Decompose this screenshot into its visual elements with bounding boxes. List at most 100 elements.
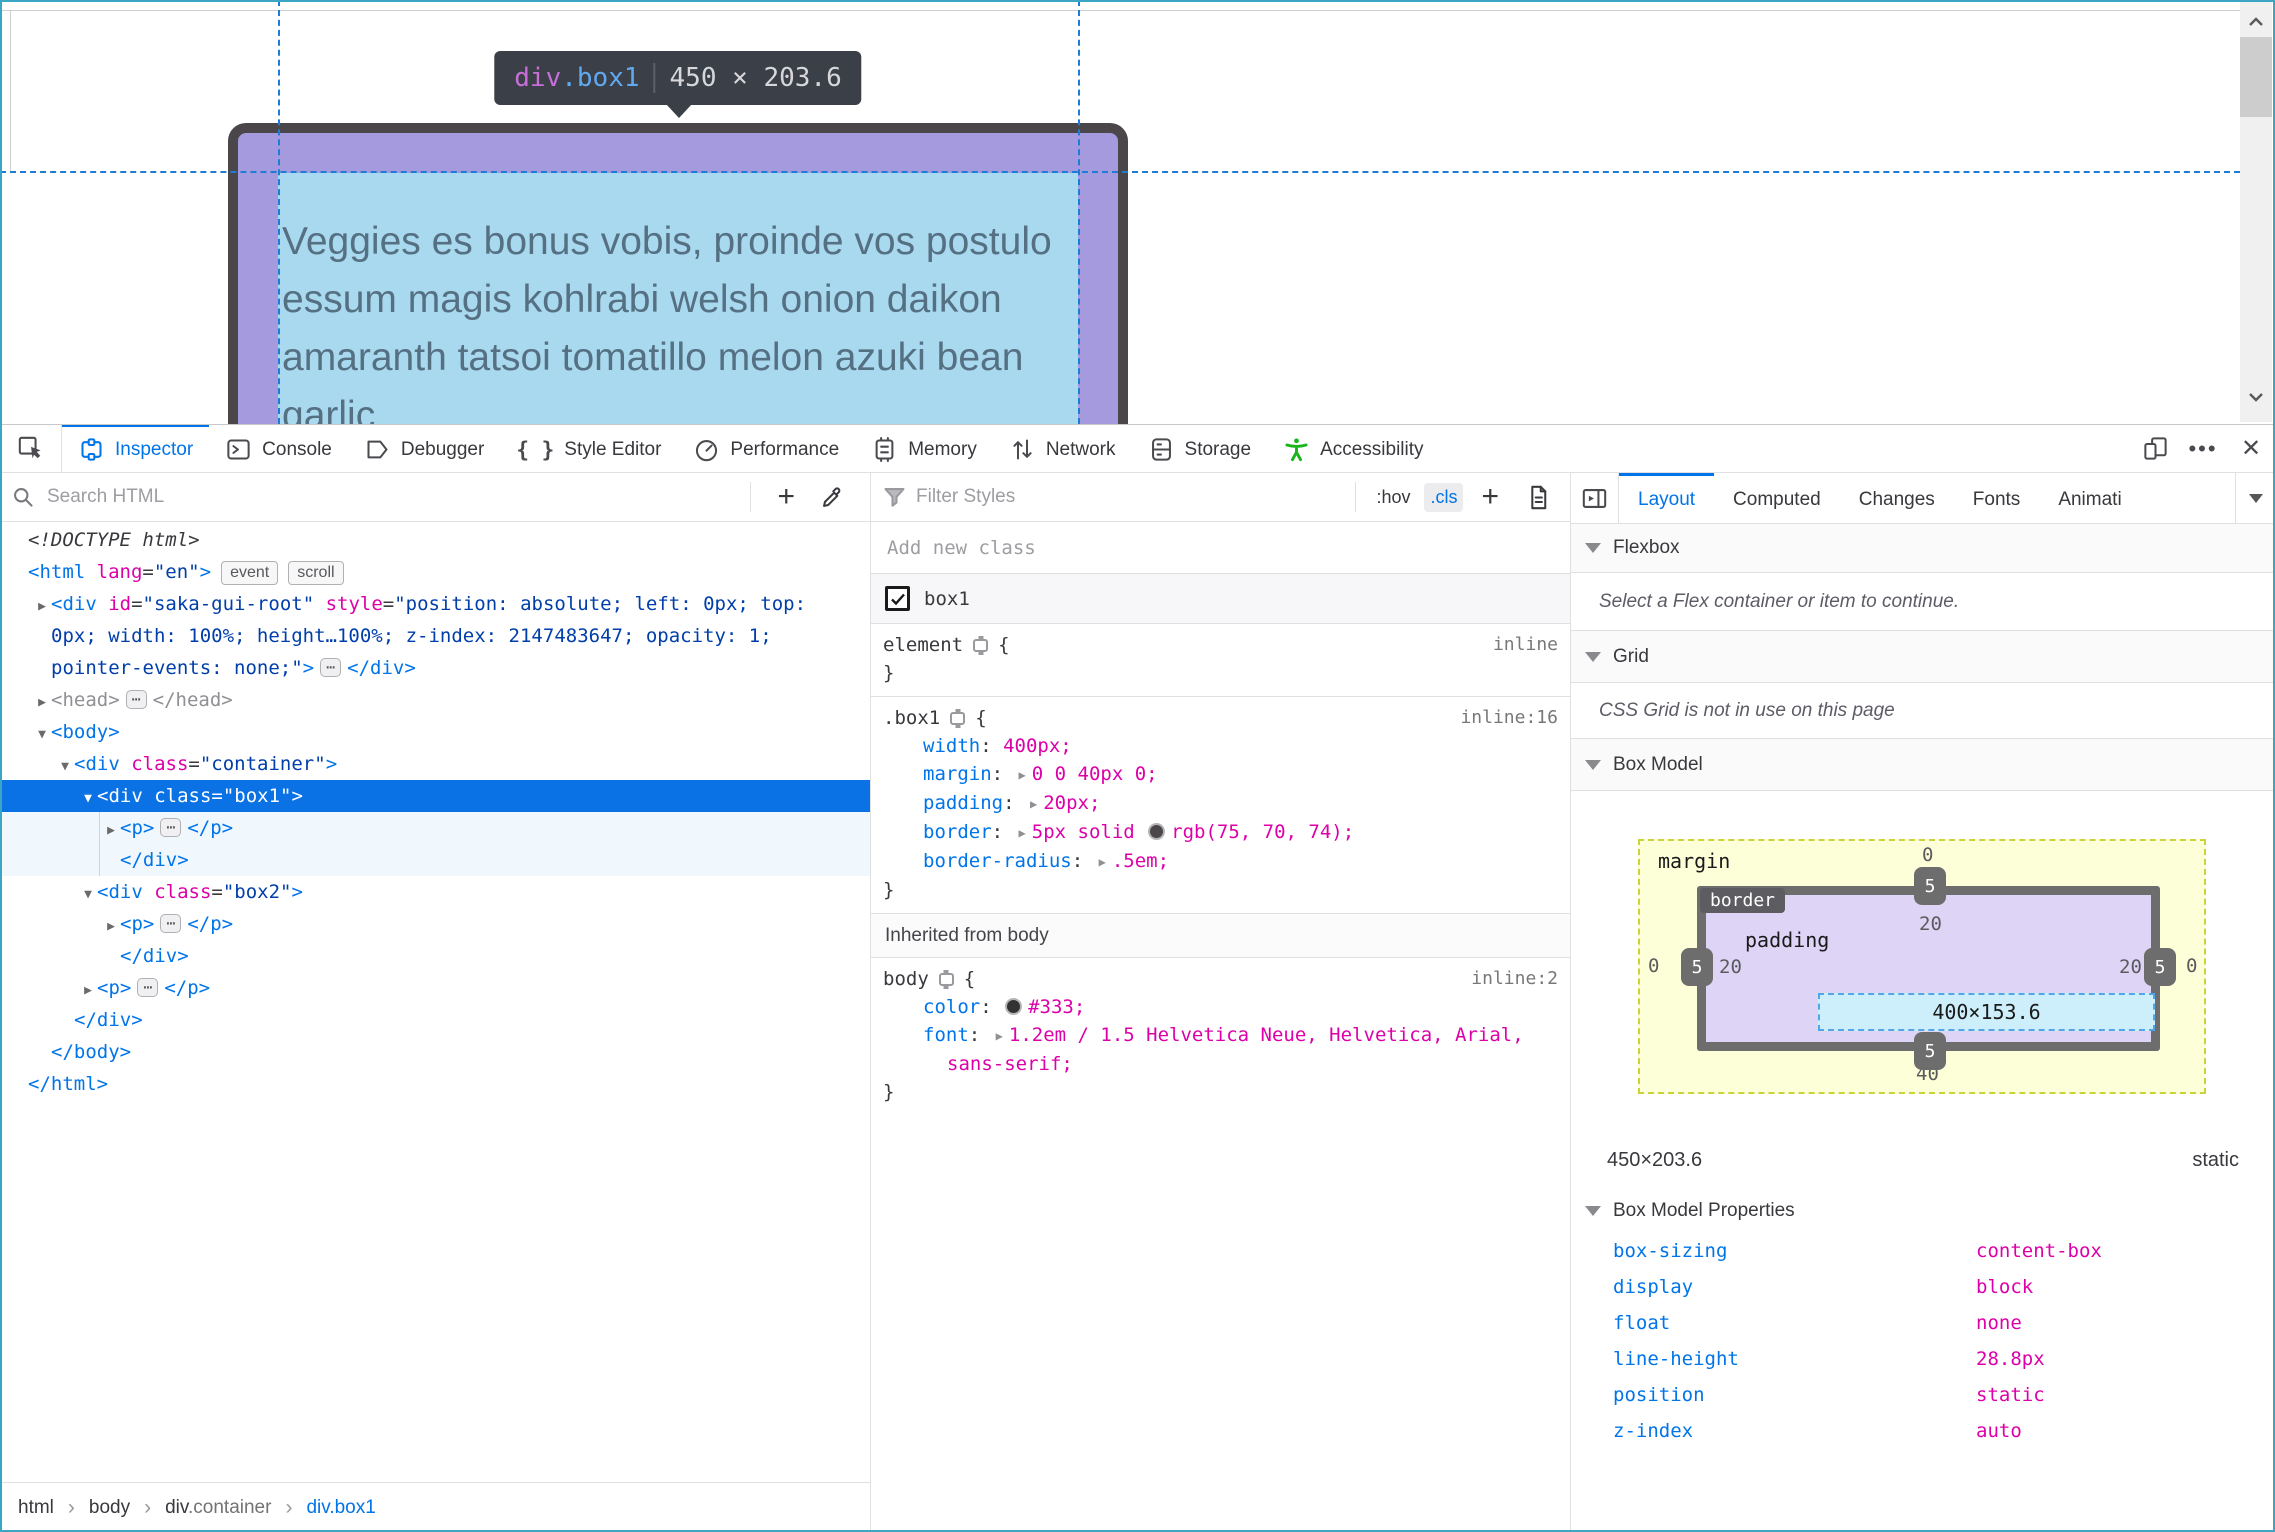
rule-selector[interactable]: element [883,631,963,659]
flexbox-section-header[interactable]: Flexbox [1571,524,2275,573]
border-right-value[interactable]: 5 [2144,948,2176,986]
filter-styles-input[interactable]: Filter Styles [916,486,1015,508]
highlight-selector-icon[interactable] [950,711,966,725]
property-name[interactable]: float [1613,1312,1976,1334]
markup-row-box2[interactable]: ▼ <div class="box2"> [0,876,870,908]
css-declaration[interactable]: margin: ▶ 0 0 40px 0; [883,760,1558,789]
expand-arrow-icon[interactable]: ▶ [102,815,120,847]
ellipsis-expander[interactable]: ⋯ [137,978,159,997]
css-declaration[interactable]: color: #333; [883,993,1558,1021]
markup-row-container-p[interactable]: ▶ <p> ⋯ </p> [0,972,870,1004]
highlight-selector-icon[interactable] [938,972,954,986]
markup-row-html-close[interactable]: </html> [0,1068,870,1100]
breadcrumb-item-container[interactable]: div.container [165,1497,271,1519]
margin-right-value[interactable]: 0 [2186,955,2197,977]
margin-top-value[interactable]: 0 [1922,844,1933,866]
border-top-value[interactable]: 5 [1914,867,1946,905]
ellipsis-expander[interactable]: ⋯ [160,818,182,837]
tab-style-editor[interactable]: { } Style Editor [500,425,677,472]
tab-computed[interactable]: Computed [1714,473,1840,523]
markup-row-saka-wrap[interactable]: 0px; width: 100%; height…100%; z-index: … [0,620,870,652]
add-class-input[interactable]: Add new class [871,522,1570,574]
property-value[interactable]: content-box [1976,1240,2102,1262]
scroll-down-icon[interactable] [2246,387,2266,407]
toggle-pseudo-classes-button[interactable]: :hov [1370,483,1416,512]
collapse-arrow-icon[interactable]: ▼ [79,783,97,815]
css-declaration[interactable]: border-radius: ▶ .5em; [883,847,1558,876]
markup-row-box2-close[interactable]: </div> [0,940,870,972]
highlight-selector-icon[interactable] [973,638,989,652]
property-value[interactable]: none [1976,1312,2022,1334]
expand-shorthand-icon[interactable]: ▶ [1099,848,1106,876]
collapse-arrow-icon[interactable]: ▼ [79,879,97,911]
markup-row-box1-p[interactable]: ▶ <p> ⋯ </p> [0,812,870,844]
tab-overflow-button[interactable] [2235,473,2275,523]
collapse-arrow-icon[interactable]: ▼ [33,719,51,751]
markup-row-box1-selected[interactable]: ▼ <div class="box1"> [0,780,870,812]
css-declaration-wrap[interactable]: sans-serif; [883,1050,1558,1078]
property-value[interactable]: block [1976,1276,2033,1298]
tab-inspector[interactable]: Inspector [62,425,210,472]
expand-arrow-icon[interactable]: ▶ [33,687,51,719]
tab-debugger[interactable]: Debugger [348,425,500,472]
expand-shorthand-icon[interactable]: ▶ [996,1022,1003,1050]
print-simulation-button[interactable] [1525,484,1552,511]
property-name[interactable]: z-index [1613,1420,1976,1442]
property-value[interactable]: auto [1976,1420,2022,1442]
breadcrumb-item-html[interactable]: html [18,1497,54,1519]
padding-left-value[interactable]: 20 [1719,956,1742,978]
padding-right-value[interactable]: 20 [2119,956,2142,978]
add-node-button[interactable]: + [767,482,805,512]
css-declaration[interactable]: font: ▶ 1.2em / 1.5 Helvetica Neue, Helve… [883,1021,1558,1050]
markup-row-container-close[interactable]: </div> [0,1004,870,1036]
markup-row-body[interactable]: ▼ <body> [0,716,870,748]
tab-animations[interactable]: Animati [2039,473,2140,523]
breadcrumb-item-box1[interactable]: div.box1 [306,1497,375,1519]
scroll-badge[interactable]: scroll [288,561,344,585]
property-value[interactable]: static [1976,1384,2045,1406]
property-name[interactable]: line-height [1613,1348,1976,1370]
grid-section-header[interactable]: Grid [1571,631,2275,683]
expand-shorthand-icon[interactable]: ▶ [1019,819,1026,847]
markup-row-head[interactable]: ▶ <head> ⋯ </head> [0,684,870,716]
sidebar-toggle-button[interactable] [1571,473,1619,523]
rule-origin-link[interactable]: inline:16 [1460,704,1558,732]
border-left-value[interactable]: 5 [1681,948,1713,986]
rule-origin-link[interactable]: inline:2 [1471,965,1558,993]
property-name[interactable]: position [1613,1384,1976,1406]
css-declaration[interactable]: width: 400px; [883,732,1558,760]
markup-row-doctype[interactable]: <!DOCTYPE html> [0,524,870,556]
color-swatch[interactable] [1005,998,1023,1015]
markup-row-box2-p[interactable]: ▶ <p> ⋯ </p> [0,908,870,940]
tab-memory[interactable]: Memory [855,425,993,472]
page-scrollbar[interactable] [2240,2,2272,422]
tab-performance[interactable]: Performance [677,425,855,472]
rule-origin-link[interactable]: inline [1493,631,1558,659]
property-name[interactable]: display [1613,1276,1976,1298]
devtools-close-button[interactable]: ✕ [2227,425,2275,472]
toggle-classes-button[interactable]: .cls [1424,482,1464,512]
page-scrollbar-thumb[interactable] [2240,37,2272,117]
ellipsis-expander[interactable]: ⋯ [160,914,182,933]
pick-element-button[interactable] [0,425,62,472]
collapse-arrow-icon[interactable]: ▼ [56,751,74,783]
markup-row-box1-close[interactable]: </div> [0,844,870,876]
expand-arrow-icon[interactable]: ▶ [79,975,97,1007]
expand-shorthand-icon[interactable]: ▶ [1019,761,1026,789]
expand-arrow-icon[interactable]: ▶ [102,911,120,943]
add-rule-button[interactable]: + [1471,482,1509,512]
tab-network[interactable]: Network [993,425,1132,472]
markup-row-saka-div[interactable]: ▶ <div id="saka-gui-root" style="position… [0,588,870,620]
tab-fonts[interactable]: Fonts [1954,473,2040,523]
border-bottom-value[interactable]: 5 [1914,1032,1946,1070]
box-model-properties-header[interactable]: Box Model Properties [1571,1189,2275,1233]
tab-storage[interactable]: Storage [1132,425,1268,472]
expand-shorthand-icon[interactable]: ▶ [1030,790,1037,818]
class-checkbox[interactable] [885,586,910,611]
tab-console[interactable]: Console [209,425,348,472]
rule-selector[interactable]: .box1 [883,704,940,732]
box-model-section-header[interactable]: Box Model [1571,739,2275,791]
ellipsis-expander[interactable]: ⋯ [320,658,342,677]
property-name[interactable]: box-sizing [1613,1240,1976,1262]
property-value[interactable]: 28.8px [1976,1348,2045,1370]
